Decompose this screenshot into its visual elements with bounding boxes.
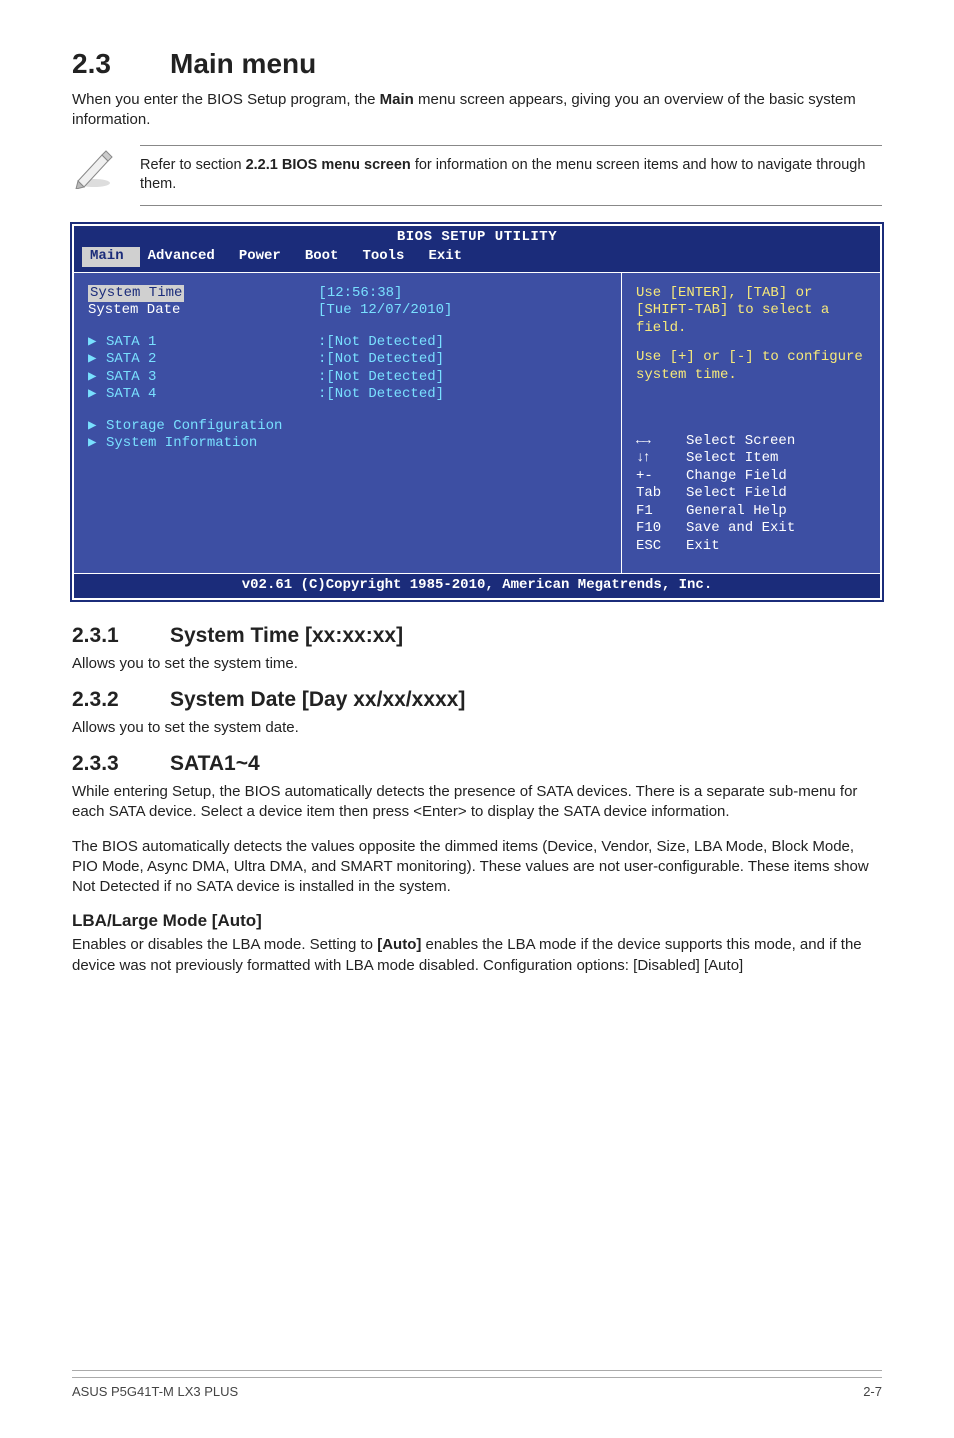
- subsection-2-3-2: 2.3.2System Date [Day xx/xx/xxxx]: [72, 688, 882, 712]
- sata1-label: SATA 1: [106, 334, 318, 352]
- bios-tab-advanced[interactable]: Advanced: [140, 247, 231, 267]
- subsection-2-3-3: 2.3.3SATA1~4: [72, 752, 882, 776]
- nav-key-esc: ESC: [636, 538, 676, 556]
- nav-select-item: Select Item: [686, 450, 778, 468]
- bios-item-system-date[interactable]: System Date [Tue 12/07/2010]: [88, 302, 611, 320]
- system-time-value: [12:56:38]: [318, 285, 402, 303]
- help-text-2: Use [+] or [-] to configure system time.: [636, 349, 868, 384]
- section-number: 2.3: [72, 48, 170, 80]
- triangle-right-icon: ▶: [88, 435, 106, 453]
- bios-item-system-time[interactable]: System Time [12:56:38]: [88, 285, 611, 303]
- lba-body: Enables or disables the LBA mode. Settin…: [72, 935, 882, 976]
- nav-key-f1: F1: [636, 503, 676, 521]
- bios-tab-power[interactable]: Power: [231, 247, 297, 267]
- triangle-right-icon: ▶: [88, 418, 106, 436]
- bios-item-system-info[interactable]: ▶ System Information: [88, 435, 611, 453]
- bios-nav-keys: ←→ Select Screen ↓↑ Select Item +- Change F…: [636, 433, 868, 556]
- arrow-up-down-icon: ↓↑: [636, 450, 649, 466]
- bios-tabs: Main Advanced Power Boot Tools Exit: [74, 246, 880, 272]
- bios-tab-main[interactable]: Main: [82, 247, 140, 267]
- bios-screenshot: BIOS SETUP UTILITY Main Advanced Power B…: [72, 224, 882, 600]
- nav-select-screen: Select Screen: [686, 433, 795, 451]
- body-2-3-1: Allows you to set the system time.: [72, 654, 882, 674]
- bios-item-sata4[interactable]: ▶ SATA 4 :[Not Detected]: [88, 386, 611, 404]
- lba-heading: LBA/Large Mode [Auto]: [72, 911, 882, 931]
- storage-config-label: Storage Configuration: [106, 418, 282, 436]
- footer-product: ASUS P5G41T-M LX3 PLUS: [72, 1384, 238, 1399]
- nav-save-exit: Save and Exit: [686, 520, 795, 538]
- page-footer: ASUS P5G41T-M LX3 PLUS 2-7: [72, 1377, 882, 1399]
- sata4-value: :[Not Detected]: [318, 386, 444, 404]
- nav-key-f10: F10: [636, 520, 676, 538]
- system-date-label: System Date: [88, 302, 318, 320]
- body-2-3-3-p1: While entering Setup, the BIOS automatic…: [72, 782, 882, 823]
- bios-title: BIOS SETUP UTILITY: [74, 226, 880, 247]
- system-time-label: System Time: [88, 285, 184, 303]
- subsection-2-3-1: 2.3.1System Time [xx:xx:xx]: [72, 624, 882, 648]
- bios-footer: v02.61 (C)Copyright 1985-2010, American …: [74, 573, 880, 598]
- section-heading: 2.3Main menu: [72, 48, 882, 80]
- pencil-note-icon: [72, 145, 116, 189]
- bios-tab-exit[interactable]: Exit: [420, 247, 478, 267]
- bios-item-storage-config[interactable]: ▶ Storage Configuration: [88, 418, 611, 436]
- sata3-label: SATA 3: [106, 369, 318, 387]
- bios-left-pane: System Time [12:56:38] System Date [Tue …: [74, 273, 622, 574]
- bios-tab-boot[interactable]: Boot: [297, 247, 355, 267]
- nav-key-plusminus: +-: [636, 468, 676, 486]
- triangle-right-icon: ▶: [88, 386, 106, 404]
- system-date-value: [Tue 12/07/2010]: [318, 302, 452, 320]
- section-title: Main menu: [170, 48, 316, 79]
- triangle-right-icon: ▶: [88, 351, 106, 369]
- section-intro: When you enter the BIOS Setup program, t…: [72, 90, 882, 131]
- sata2-value: :[Not Detected]: [318, 351, 444, 369]
- sata1-value: :[Not Detected]: [318, 334, 444, 352]
- arrow-left-right-icon: ←→: [636, 433, 649, 449]
- triangle-right-icon: ▶: [88, 369, 106, 387]
- note-text: Refer to section 2.2.1 BIOS menu screen …: [140, 145, 882, 206]
- body-2-3-3-p2: The BIOS automatically detects the value…: [72, 837, 882, 898]
- body-2-3-2: Allows you to set the system date.: [72, 718, 882, 738]
- bios-item-sata2[interactable]: ▶ SATA 2 :[Not Detected]: [88, 351, 611, 369]
- nav-exit: Exit: [686, 538, 720, 556]
- note-block: Refer to section 2.2.1 BIOS menu screen …: [72, 145, 882, 206]
- help-text-1: Use [ENTER], [TAB] or [SHIFT-TAB] to sel…: [636, 285, 868, 338]
- nav-change-field: Change Field: [686, 468, 787, 486]
- bios-item-sata3[interactable]: ▶ SATA 3 :[Not Detected]: [88, 369, 611, 387]
- nav-key-tab: Tab: [636, 485, 676, 503]
- nav-select-field: Select Field: [686, 485, 787, 503]
- bios-tab-tools[interactable]: Tools: [354, 247, 420, 267]
- sata3-value: :[Not Detected]: [318, 369, 444, 387]
- nav-general-help: General Help: [686, 503, 787, 521]
- triangle-right-icon: ▶: [88, 334, 106, 352]
- footer-page-number: 2-7: [863, 1384, 882, 1399]
- bios-item-sata1[interactable]: ▶ SATA 1 :[Not Detected]: [88, 334, 611, 352]
- bios-help-pane: Use [ENTER], [TAB] or [SHIFT-TAB] to sel…: [622, 273, 880, 574]
- system-info-label: System Information: [106, 435, 257, 453]
- sata2-label: SATA 2: [106, 351, 318, 369]
- sata4-label: SATA 4: [106, 386, 318, 404]
